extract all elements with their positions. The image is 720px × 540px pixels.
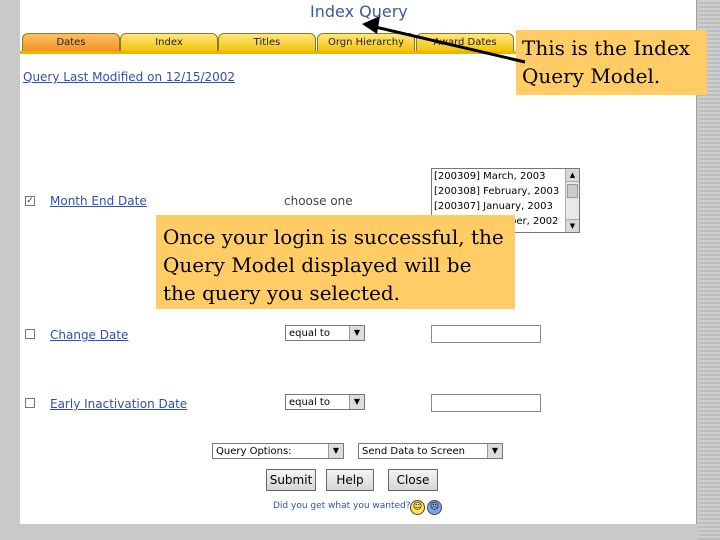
arrow-head-icon bbox=[362, 16, 380, 34]
callout-arrow bbox=[362, 16, 526, 64]
arrow-line bbox=[370, 24, 526, 64]
